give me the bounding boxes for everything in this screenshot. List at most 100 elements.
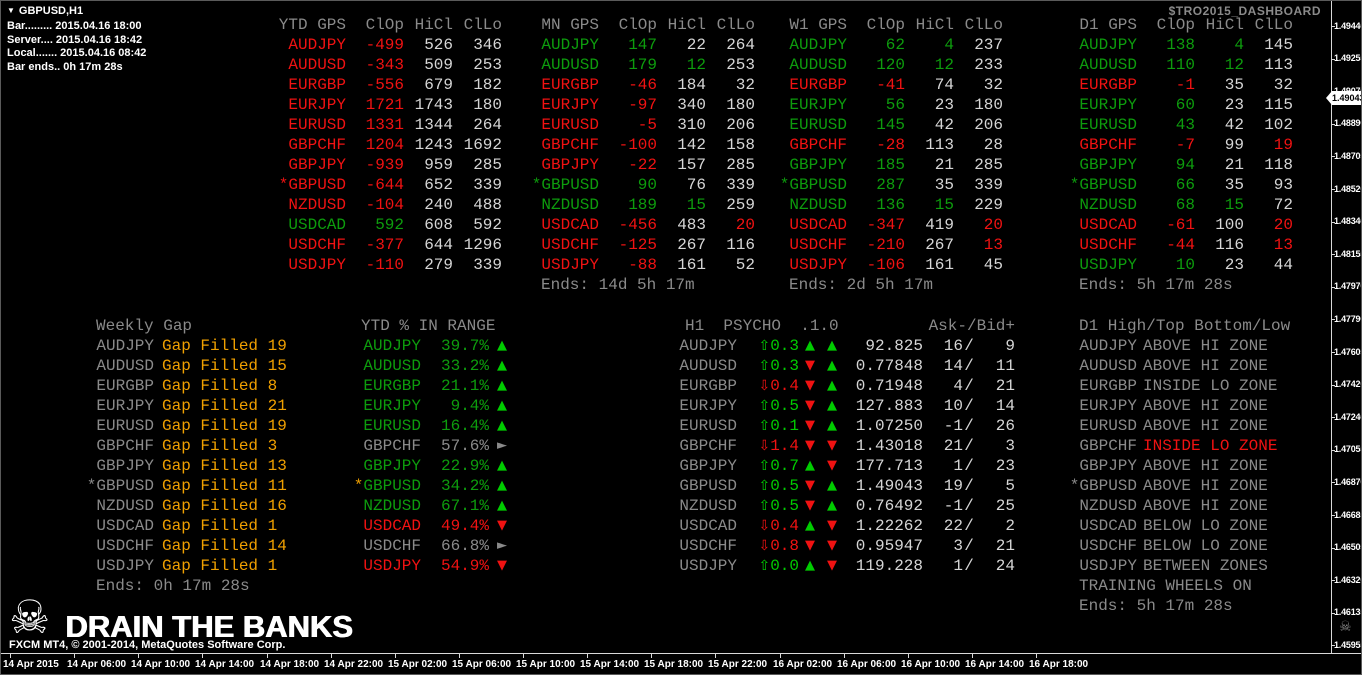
pair-cell: GBPCHF — [86, 436, 154, 456]
pair-cell: EURGBP — [1069, 75, 1137, 95]
down-chevron-icon: ▼ — [805, 378, 815, 393]
pair-label: NZDUSD — [288, 196, 346, 214]
cllo-cell: 339 — [974, 176, 1003, 194]
hicl-cell: 23 — [934, 96, 954, 114]
clop-cell: -499 — [365, 36, 404, 54]
price-tick-label: 1.46685 — [1334, 509, 1361, 520]
hicl-cell: 184 — [677, 76, 706, 94]
psycho-value-cell: ⇧0.1 — [737, 416, 799, 436]
pair-label: GBPUSD — [96, 477, 154, 495]
pair-label: GBPUSD — [363, 477, 421, 495]
pair-cell: EURJPY — [278, 95, 346, 115]
time-tick-mark — [202, 654, 203, 658]
pair-label: EURUSD — [363, 417, 421, 435]
clop-cell: 90 — [637, 176, 657, 194]
pair-label: GBPJPY — [288, 156, 346, 174]
pair-cell: AUDUSD — [86, 356, 154, 376]
pair-label: USDCAD — [1079, 517, 1137, 535]
hicl-cell: 15 — [934, 196, 954, 214]
pair-cell: AUDUSD — [1069, 55, 1137, 75]
hicl-cell: 310 — [677, 116, 706, 134]
time-tick-label: 14 Apr 06:00 — [67, 659, 127, 670]
up-chevron-icon: ▲ — [805, 338, 815, 353]
clop-cell: -22 — [628, 156, 657, 174]
hicl-cell: 419 — [925, 216, 954, 234]
zone-status-cell: ABOVE HI ZONE — [1143, 477, 1268, 495]
cllo-cell: 93 — [1273, 176, 1293, 194]
pair-cell: EURGBP — [1069, 376, 1137, 396]
star-marker: * — [531, 176, 542, 194]
column-header: ClOp — [365, 16, 404, 34]
pair-cell: EURJPY — [679, 397, 737, 415]
cllo-cell: 264 — [726, 36, 755, 54]
psycho-value-cell: ⇩0.4 — [737, 376, 799, 396]
price-cell: 177.713 — [855, 457, 923, 475]
price-tick-label: 1.47605 — [1334, 346, 1361, 357]
star-marker: * — [1069, 176, 1080, 194]
pair-label: GBPUSD — [789, 176, 847, 194]
pair-label: GBPCHF — [288, 136, 346, 154]
star-marker: * — [353, 477, 364, 495]
clop-cell: -44 — [1166, 236, 1195, 254]
clop-cell: 1204 — [365, 136, 404, 154]
cllo-cell: 32 — [735, 76, 755, 94]
pair-cell: NZDUSD — [531, 195, 599, 215]
pair-label: USDCAD — [363, 517, 421, 535]
clop-cell: 1721 — [365, 96, 404, 114]
clop-cell: -377 — [365, 236, 404, 254]
pair-label: GBPJPY — [541, 156, 599, 174]
column-header: HiCl — [1205, 16, 1244, 34]
pair-cell: GBPJPY — [779, 155, 847, 175]
pair-cell: *GBPUSD — [86, 476, 154, 496]
pair-cell: GBPCHF — [278, 135, 346, 155]
cllo-cell: 259 — [726, 196, 755, 214]
pair-label: GBPCHF — [541, 136, 599, 154]
collapse-triangle-icon[interactable]: ▼ — [7, 6, 15, 15]
pair-label: AUDJPY — [96, 337, 154, 355]
hicl-cell: 483 — [677, 216, 706, 234]
pair-label: NZDUSD — [1079, 497, 1137, 515]
zone-status-cell: ABOVE HI ZONE — [1143, 337, 1268, 355]
clop-cell: 56 — [885, 96, 905, 114]
pair-label: USDCHF — [96, 537, 154, 555]
pair-label: AUDUSD — [96, 357, 154, 375]
star-marker: * — [1069, 477, 1080, 495]
column-header: ClLo — [1254, 16, 1293, 34]
time-tick-label: 15 Apr 14:00 — [580, 659, 640, 670]
psycho-value-cell: ⇧0.5 — [737, 396, 799, 416]
hicl-cell: 23 — [1224, 96, 1244, 114]
hicl-cell: 161 — [677, 256, 706, 274]
price-tick-label: 1.49440 — [1334, 20, 1361, 31]
table-title: H1 PSYCHO .1.0 — [685, 317, 839, 335]
hicl-cell: 267 — [925, 236, 954, 254]
up-block-arrow-icon: ⇧ — [758, 498, 771, 514]
cllo-cell: 488 — [473, 196, 502, 214]
clop-cell: 136 — [876, 196, 905, 214]
price-tick-label: 1.46870 — [1334, 476, 1361, 487]
column-header: HiCl — [667, 16, 706, 34]
pair-label: EURGBP — [789, 76, 847, 94]
clop-cell: -5 — [637, 116, 657, 134]
zone-status-cell: BELOW LO ZONE — [1143, 517, 1268, 535]
cllo-cell: 19 — [1273, 136, 1293, 154]
pair-label: NZDUSD — [96, 497, 154, 515]
price-tick-label: 1.46320 — [1334, 574, 1361, 585]
clop-cell: -61 — [1166, 216, 1195, 234]
hicl-cell: 279 — [424, 256, 453, 274]
hicl-cell: 21 — [934, 156, 954, 174]
pair-cell: EURJPY — [531, 95, 599, 115]
pair-cell: EURGBP — [353, 376, 421, 396]
hicl-cell: 4 — [944, 36, 954, 54]
clop-cell: -456 — [618, 216, 657, 234]
cllo-cell: 72 — [1273, 196, 1293, 214]
price-tick-label: 1.47420 — [1334, 379, 1361, 390]
pair-cell: *GBPUSD — [1069, 476, 1137, 496]
server-time-line: Server.... 2015.04.16 18:42 — [7, 33, 143, 46]
down-block-arrow-icon: ⇩ — [758, 438, 771, 454]
up-chevron-icon: ▲ — [805, 518, 815, 533]
pair-cell: USDCAD — [779, 215, 847, 235]
time-tick-mark — [267, 654, 268, 658]
pair-cell: EURUSD — [1069, 115, 1137, 135]
training-wheels-line: TRAINING WHEELS ON — [1079, 577, 1252, 595]
time-tick-label: 16 Apr 02:00 — [773, 659, 833, 670]
